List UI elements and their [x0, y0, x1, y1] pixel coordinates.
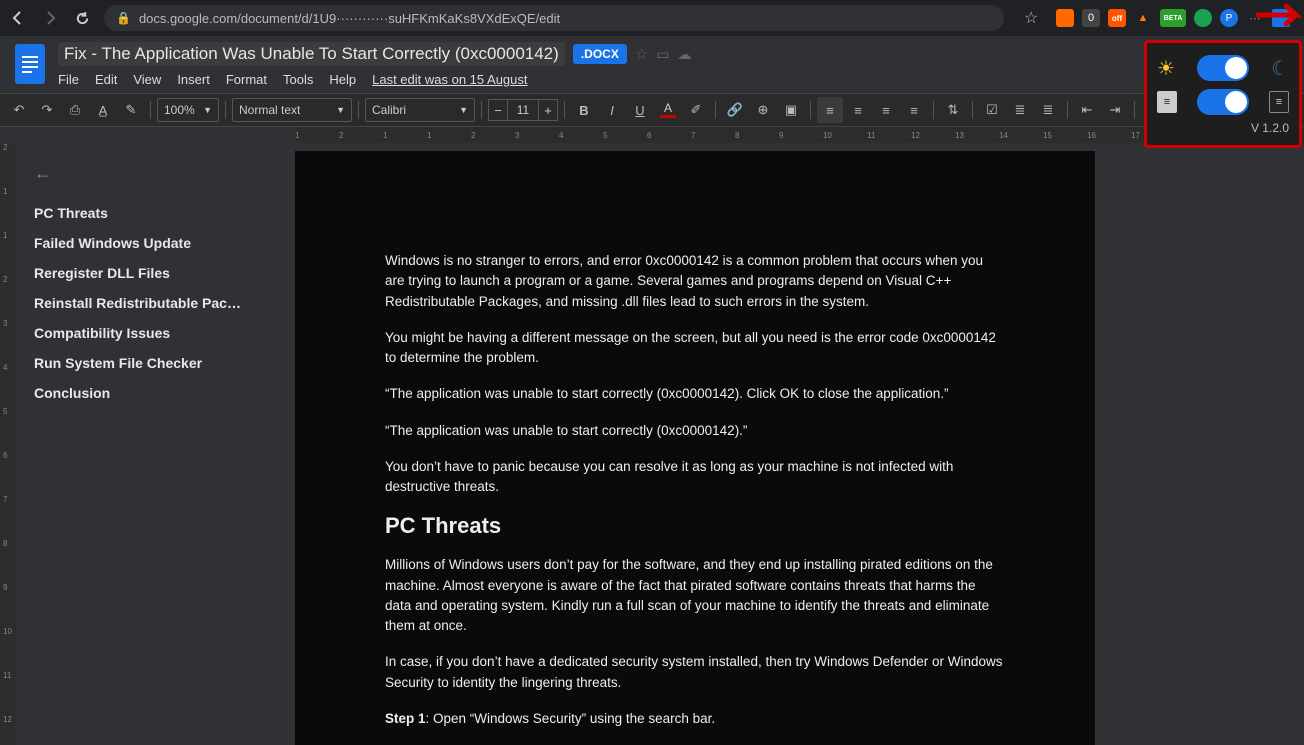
- back-button[interactable]: [8, 8, 28, 28]
- paragraph[interactable]: “The application was unable to start cor…: [385, 421, 1005, 441]
- outline-collapse-button[interactable]: ←: [34, 163, 277, 184]
- outline-item[interactable]: Reregister DLL Files: [34, 258, 277, 288]
- checklist-button[interactable]: ☑: [979, 97, 1005, 123]
- print-button[interactable]: ⎙: [62, 97, 88, 123]
- extension-popup: ☀ ☾ ≡ ≡ V 1.2.0: [1144, 40, 1302, 148]
- extension-version: V 1.2.0: [1157, 121, 1289, 135]
- menu-insert[interactable]: Insert: [177, 72, 210, 87]
- ext-icon-blue[interactable]: P: [1220, 9, 1238, 27]
- menu-file[interactable]: File: [58, 72, 79, 87]
- outline-item[interactable]: Conclusion: [34, 378, 277, 408]
- paragraph[interactable]: Millions of Windows users don’t pay for …: [385, 555, 1005, 636]
- outline-item[interactable]: Reinstall Redistributable Pac…: [34, 288, 277, 318]
- zoom-select[interactable]: 100%▼: [157, 98, 219, 122]
- vertical-ruler[interactable]: 21123456789101112: [0, 143, 16, 745]
- url-bar[interactable]: 🔒 docs.google.com/document/d/1U9········…: [104, 5, 1004, 31]
- ext-icon-beta[interactable]: BETA: [1160, 9, 1186, 27]
- outline-item[interactable]: PC Threats: [34, 198, 277, 228]
- paragraph[interactable]: In case, if you don’t have a dedicated s…: [385, 652, 1005, 693]
- align-justify-button[interactable]: ≡: [901, 97, 927, 123]
- star-button[interactable]: ☆: [635, 45, 648, 63]
- ext-icon-green[interactable]: [1194, 9, 1212, 27]
- style-select[interactable]: Normal text▼: [232, 98, 352, 122]
- align-right-button[interactable]: ≡: [873, 97, 899, 123]
- last-edit-link[interactable]: Last edit was on 15 August: [372, 72, 527, 87]
- italic-button[interactable]: I: [599, 97, 625, 123]
- bullet-list-button[interactable]: ≣: [1007, 97, 1033, 123]
- moon-icon: ☾: [1271, 56, 1289, 81]
- indent-increase-button[interactable]: ⇥: [1102, 97, 1128, 123]
- step-text: : Open “Windows Security” using the sear…: [426, 711, 716, 726]
- lock-icon: 🔒: [116, 11, 131, 25]
- number-list-button[interactable]: ≣: [1035, 97, 1061, 123]
- dark-mode-toggle[interactable]: [1197, 55, 1249, 81]
- step-label: Step 1: [385, 711, 426, 726]
- outline-item[interactable]: Compatibility Issues: [34, 318, 277, 348]
- cloud-status-icon: ☁: [678, 46, 692, 63]
- page-invert-toggle[interactable]: [1197, 89, 1249, 115]
- sun-icon: ☀: [1157, 56, 1175, 81]
- paint-format-button[interactable]: ✎: [118, 97, 144, 123]
- redo-button[interactable]: ↷: [34, 97, 60, 123]
- menu-view[interactable]: View: [133, 72, 161, 87]
- font-size-decrease[interactable]: −: [488, 99, 508, 121]
- ext-icon-flame[interactable]: ▲: [1134, 9, 1152, 27]
- menu-edit[interactable]: Edit: [95, 72, 117, 87]
- menu-tools[interactable]: Tools: [283, 72, 313, 87]
- indent-decrease-button[interactable]: ⇤: [1074, 97, 1100, 123]
- document-outline: ← PC Threats Failed Windows Update Rereg…: [16, 143, 295, 745]
- docx-badge: .DOCX: [573, 44, 627, 64]
- star-icon[interactable]: ☆: [1024, 8, 1038, 28]
- formatting-toolbar: ↶ ↷ ⎙ A̲ ✎ 100%▼ Normal text▼ Calibri▼ −…: [0, 93, 1304, 127]
- align-left-button[interactable]: ≡: [817, 97, 843, 123]
- font-select[interactable]: Calibri▼: [365, 98, 475, 122]
- heading[interactable]: PC Threats: [385, 513, 1005, 539]
- forward-button[interactable]: [40, 8, 60, 28]
- document-title[interactable]: Fix - The Application Was Unable To Star…: [58, 42, 565, 66]
- workspace: 21123456789101112 ← PC Threats Failed Wi…: [0, 143, 1304, 745]
- ext-icon-badge-0[interactable]: 0: [1082, 9, 1100, 27]
- page-dark-icon: ≡: [1269, 91, 1289, 113]
- paragraph[interactable]: You might be having a different message …: [385, 328, 1005, 369]
- callout-arrow-icon: [1256, 2, 1304, 28]
- insert-comment-button[interactable]: ⊕: [750, 97, 776, 123]
- insert-image-button[interactable]: ▣: [778, 97, 804, 123]
- line-spacing-button[interactable]: ⇅: [940, 97, 966, 123]
- paragraph[interactable]: Step 1: Open “Windows Security” using th…: [385, 709, 1005, 729]
- browser-toolbar: 🔒 docs.google.com/document/d/1U9········…: [0, 0, 1304, 36]
- highlight-button[interactable]: ✐: [683, 97, 709, 123]
- font-size-increase[interactable]: +: [538, 99, 558, 121]
- menu-bar: File Edit View Insert Format Tools Help …: [58, 72, 692, 87]
- bold-button[interactable]: B: [571, 97, 597, 123]
- ext-icon-off[interactable]: off: [1108, 9, 1126, 27]
- align-center-button[interactable]: ≡: [845, 97, 871, 123]
- docs-header: Fix - The Application Was Unable To Star…: [0, 36, 1304, 87]
- paragraph[interactable]: “The application was unable to start cor…: [385, 384, 1005, 404]
- underline-button[interactable]: U: [627, 97, 653, 123]
- url-text: docs.google.com/document/d/1U9··········…: [139, 11, 560, 26]
- paragraph[interactable]: You don’t have to panic because you can …: [385, 457, 1005, 498]
- insert-link-button[interactable]: 🔗: [722, 97, 748, 123]
- paragraph[interactable]: Windows is no stranger to errors, and er…: [385, 251, 1005, 312]
- document-page[interactable]: Windows is no stranger to errors, and er…: [295, 151, 1095, 745]
- outline-item[interactable]: Run System File Checker: [34, 348, 277, 378]
- text-color-button[interactable]: A: [655, 97, 681, 123]
- menu-format[interactable]: Format: [226, 72, 267, 87]
- font-size-control: − 11 +: [488, 99, 558, 121]
- move-button[interactable]: ▭: [656, 46, 669, 63]
- undo-button[interactable]: ↶: [6, 97, 32, 123]
- spellcheck-button[interactable]: A̲: [90, 97, 116, 123]
- page-light-icon: ≡: [1157, 91, 1177, 113]
- ext-icon-1[interactable]: [1056, 9, 1074, 27]
- google-docs-icon[interactable]: [12, 42, 48, 86]
- page-canvas[interactable]: Windows is no stranger to errors, and er…: [295, 143, 1304, 745]
- outline-item[interactable]: Failed Windows Update: [34, 228, 277, 258]
- menu-help[interactable]: Help: [329, 72, 356, 87]
- font-size-value[interactable]: 11: [508, 99, 538, 121]
- reload-button[interactable]: [72, 8, 92, 28]
